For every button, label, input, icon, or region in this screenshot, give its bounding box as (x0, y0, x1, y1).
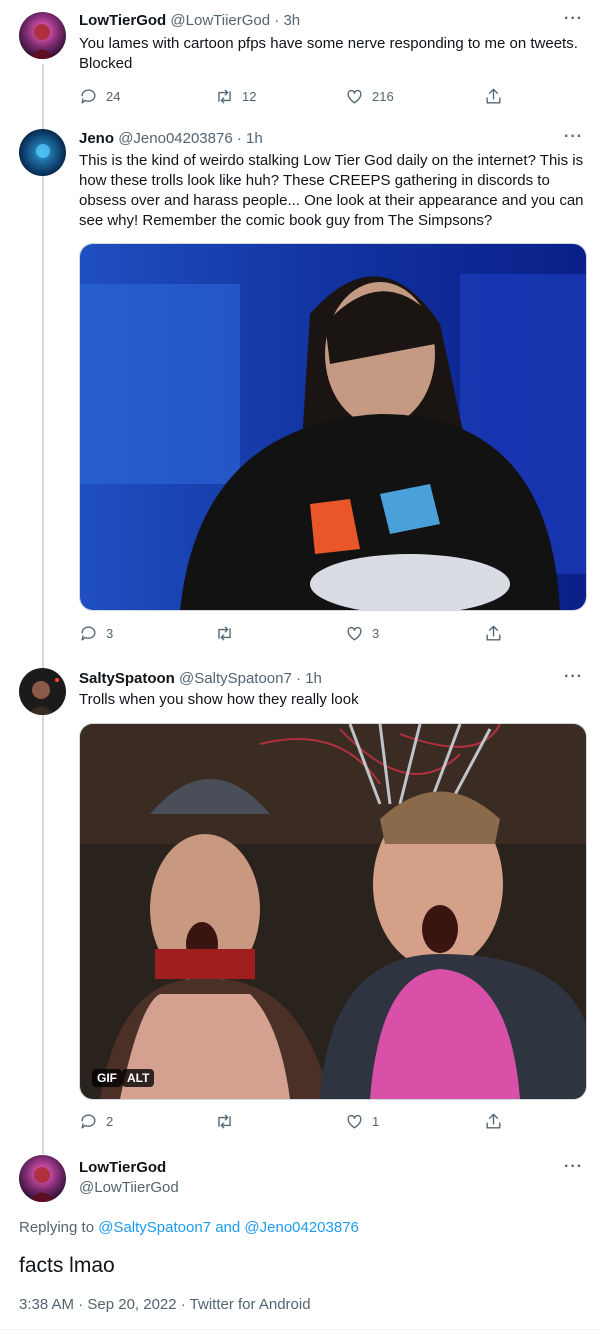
replying-to: Replying to @SaltySpatoon7 and @Jeno0420… (19, 1219, 359, 1236)
mention-link[interactable]: @SaltySpatoon7 (98, 1219, 211, 1236)
share-icon (486, 625, 501, 641)
tweet-3[interactable]: SaltySpatoon @SaltySpatoon7 · 1h ··· Tro… (0, 660, 601, 1150)
mention-link[interactable]: @Jeno04203876 (244, 1219, 359, 1236)
heart-icon (347, 626, 362, 641)
like-count: 1 (372, 1114, 380, 1129)
avatar[interactable] (19, 668, 66, 715)
handle[interactable]: @LowTiierGod (170, 12, 270, 29)
share-icon (486, 88, 501, 104)
replying-prefix: Replying to (19, 1219, 95, 1236)
heart-icon (347, 1114, 362, 1129)
avatar[interactable] (19, 1155, 66, 1202)
handle[interactable]: @Jeno04203876 (118, 130, 233, 147)
tweet-header: SaltySpatoon @SaltySpatoon7 · 1h (79, 669, 322, 688)
retweet-button[interactable] (215, 1112, 242, 1131)
like-count: 216 (372, 89, 394, 104)
reply-icon (81, 1114, 96, 1129)
display-name[interactable]: SaltySpatoon (79, 670, 175, 687)
retweet-icon (218, 626, 231, 641)
tweet-gif[interactable]: GIF ALT (79, 723, 587, 1100)
tweet-actions: 3 3 (79, 624, 509, 646)
tweet-2[interactable]: Jeno @Jeno04203876 · 1h ··· This is the … (0, 120, 601, 660)
reply-button[interactable]: 24 (79, 87, 120, 106)
like-count: 3 (372, 626, 380, 641)
tweet-text: facts lmao (19, 1254, 115, 1277)
main-tweet: LowTierGod @LowTiierGod ··· Replying to … (0, 1150, 601, 1333)
separator: · (274, 12, 280, 29)
tweet-header: Jeno @Jeno04203876 · 1h (79, 129, 263, 148)
handle[interactable]: @LowTiierGod (79, 1179, 179, 1196)
tweet-text: You lames with cartoon pfps have some ne… (79, 35, 578, 72)
retweet-button[interactable] (215, 624, 242, 643)
reply-button[interactable]: 3 (79, 624, 113, 643)
reply-button[interactable]: 2 (79, 1112, 113, 1131)
handle[interactable]: @SaltySpatoon7 (179, 670, 292, 687)
display-name[interactable]: LowTierGod (79, 1159, 166, 1176)
tweet-text: This is the kind of weirdo stalking Low … (79, 152, 584, 229)
tweet-actions: 2 1 (79, 1112, 509, 1134)
reply-icon (81, 89, 96, 104)
avatar[interactable] (19, 12, 66, 59)
tweet-header: LowTierGod @LowTiierGod · 3h (79, 11, 300, 30)
share-icon (486, 1113, 501, 1129)
tweet-actions: 24 12 216 (79, 87, 509, 109)
timestamp[interactable]: 1h (305, 670, 322, 687)
avatar[interactable] (19, 129, 66, 176)
like-button[interactable]: 216 (345, 87, 394, 106)
retweet-icon (218, 89, 231, 104)
share-button[interactable] (484, 87, 503, 106)
retweet-count: 12 (242, 89, 257, 104)
heart-icon (347, 89, 362, 104)
tweet-1[interactable]: LowTierGod @LowTiierGod · 3h ··· You lam… (0, 0, 601, 120)
more-options-icon[interactable]: ··· (564, 128, 583, 146)
display-name[interactable]: LowTierGod (79, 12, 166, 29)
replying-and: and (215, 1219, 241, 1236)
more-options-icon[interactable]: ··· (564, 1158, 583, 1176)
retweet-icon (218, 1114, 231, 1129)
tweet-photo[interactable] (79, 243, 587, 611)
share-button[interactable] (484, 624, 503, 643)
reply-icon (81, 626, 96, 641)
separator: · (296, 670, 302, 687)
timestamp[interactable]: 1h (246, 130, 263, 147)
gif-badge: GIF (92, 1069, 122, 1087)
share-button[interactable] (484, 1112, 503, 1131)
display-name[interactable]: Jeno (79, 130, 114, 147)
reply-count: 24 (106, 89, 121, 104)
like-button[interactable]: 3 (345, 624, 379, 643)
divider (0, 1329, 601, 1330)
more-options-icon[interactable]: ··· (564, 10, 583, 28)
more-options-icon[interactable]: ··· (564, 668, 583, 686)
reply-count: 2 (106, 1114, 114, 1129)
reply-count: 3 (106, 626, 114, 641)
like-button[interactable]: 1 (345, 1112, 379, 1131)
retweet-button[interactable]: 12 (215, 87, 256, 106)
tweet-text: Trolls when you show how they really loo… (79, 691, 359, 708)
tweet-timestamp[interactable]: 3:38 AM · Sep 20, 2022 · Twitter for And… (19, 1296, 311, 1313)
timestamp[interactable]: 3h (283, 12, 300, 29)
separator: · (236, 130, 242, 147)
alt-badge[interactable]: ALT (122, 1069, 155, 1087)
